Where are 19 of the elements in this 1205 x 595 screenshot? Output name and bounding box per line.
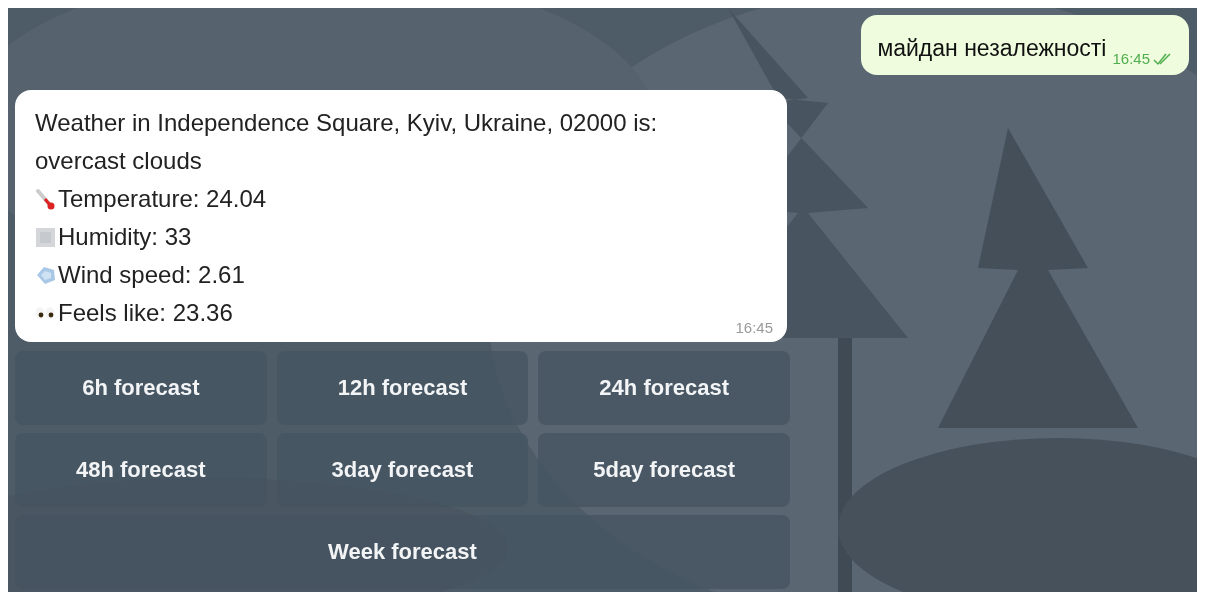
keyboard-button[interactable]: 5day forecast xyxy=(538,433,790,507)
message-text: майдан незалежності xyxy=(877,35,1107,61)
message-text: Wind speed: 2.61 xyxy=(58,260,245,290)
message-time: 16:45 xyxy=(735,319,773,336)
message-time: 16:45 xyxy=(1112,50,1150,67)
keyboard-button[interactable]: 6h forecast xyxy=(15,351,267,425)
thermometer-icon xyxy=(35,188,57,210)
message-text: Feels like: 23.36 xyxy=(58,298,233,328)
message-text: Temperature: 24.04 xyxy=(58,184,267,214)
keyboard-button[interactable]: 3day forecast xyxy=(276,433,529,507)
message-text: overcast clouds xyxy=(35,146,202,176)
keyboard-button[interactable]: 12h forecast xyxy=(276,351,529,425)
keyboard-button[interactable]: Week forecast xyxy=(15,515,790,589)
keyboard-button[interactable]: 48h forecast xyxy=(15,433,267,507)
message-text: Weather in Independence Square, Kyiv, Ukraine, 02000 is: xyxy=(35,108,658,138)
wind-icon xyxy=(35,264,57,286)
keyboard-button[interactable]: 24h forecast xyxy=(538,351,790,425)
blurred-square-icon xyxy=(35,226,57,248)
message-text: Humidity: 33 xyxy=(58,222,192,252)
